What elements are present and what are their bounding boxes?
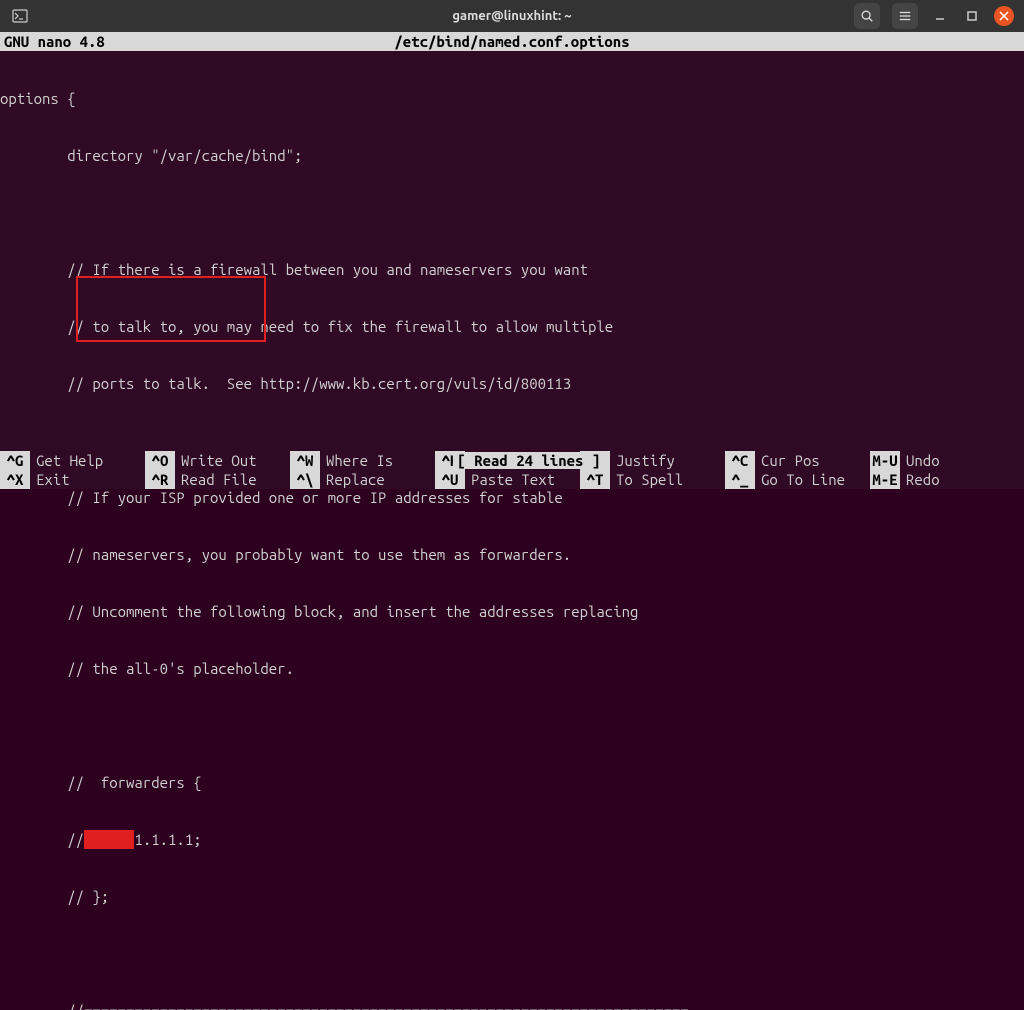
status-text: [ Read 24 lines ] [453,452,604,469]
code-line: //======================================… [0,1001,1024,1010]
code-line: directory "/var/cache/bind"; [0,146,1024,165]
code-line: // to talk to, you may need to fix the f… [0,317,1024,336]
code-line: // nameservers, you probably want to use… [0,545,1024,564]
code-line [0,203,1024,222]
nano-header: GNU nano 4.8 /etc/bind/named.conf.option… [0,32,1024,51]
code-line: // forwarders { [0,773,1024,792]
code-line: // 1.1.1.1; [0,830,1024,849]
code-line: // }; [0,887,1024,906]
code-line: // the all-0's placeholder. [0,659,1024,678]
minimize-button[interactable] [930,6,950,26]
code-line: options { [0,89,1024,108]
selection-highlight [84,830,134,849]
search-icon[interactable] [854,3,880,29]
window-title: gamer@linuxhint: ~ [452,9,571,23]
code-line [0,716,1024,735]
nano-filepath: /etc/bind/named.conf.options [394,33,629,50]
editor-content[interactable]: options { directory "/var/cache/bind"; /… [0,51,1024,451]
maximize-button[interactable] [962,6,982,26]
code-line: // Uncomment the following block, and in… [0,602,1024,621]
terminal-icon [10,6,30,26]
code-line: // ports to talk. See http://www.kb.cert… [0,374,1024,393]
nano-version: GNU nano 4.8 [4,33,105,50]
titlebar-controls [854,3,1014,29]
code-line: // If your ISP provided one or more IP a… [0,488,1024,507]
code-line [0,944,1024,963]
titlebar: gamer@linuxhint: ~ [0,0,1024,32]
code-line: // If there is a firewall between you an… [0,260,1024,279]
status-line: [ Read 24 lines ] [0,432,1024,451]
menu-icon[interactable] [892,3,918,29]
close-button[interactable] [994,6,1014,26]
